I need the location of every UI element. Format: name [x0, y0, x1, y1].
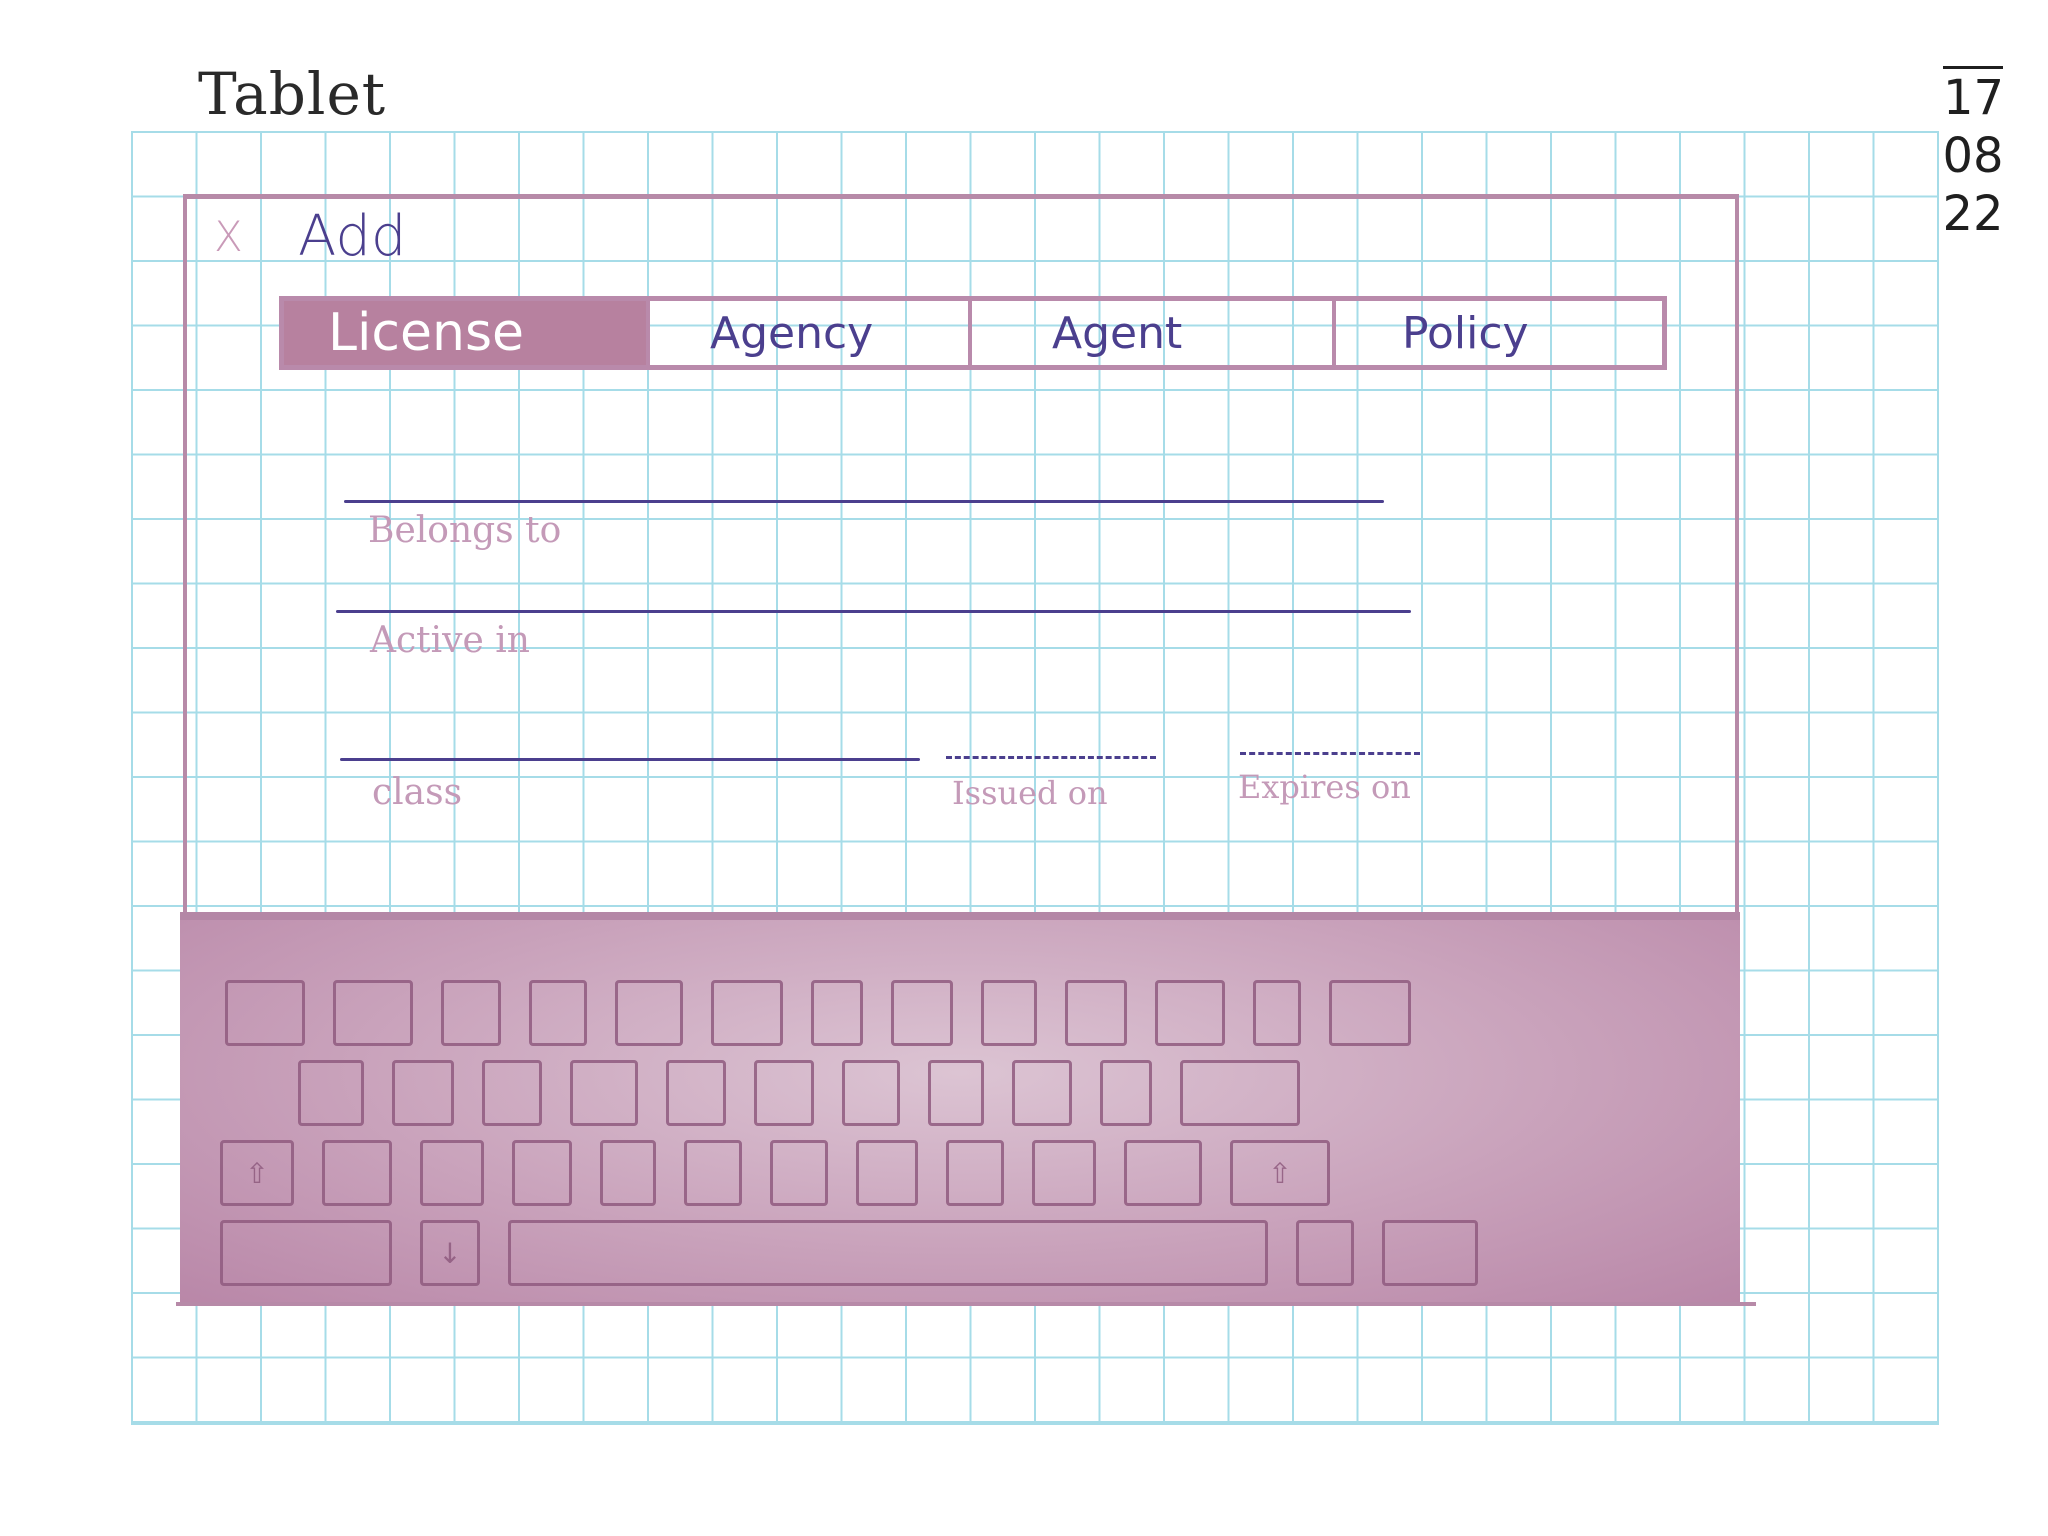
shift-arrow-icon: ⇧: [245, 1156, 269, 1190]
keyboard-key[interactable]: [512, 1140, 572, 1206]
on-screen-keyboard: ⇧ ⇧ ↓: [180, 912, 1740, 1302]
keyboard-key[interactable]: [333, 980, 413, 1046]
date-month: 08: [1942, 128, 2004, 184]
keyboard-key[interactable]: [1253, 980, 1301, 1046]
keyboard-key[interactable]: [1155, 980, 1225, 1046]
keyboard-key[interactable]: [754, 1060, 814, 1126]
keyboard-key[interactable]: [1382, 1220, 1478, 1286]
issued-on-input[interactable]: [946, 756, 1156, 759]
keyboard-key[interactable]: [946, 1140, 1004, 1206]
belongs-to-label: Belongs to: [368, 510, 562, 551]
keyboard-key[interactable]: [392, 1060, 454, 1126]
keyboard-down-key[interactable]: ↓: [420, 1220, 480, 1286]
active-in-label: Active in: [370, 620, 530, 661]
keyboard-key[interactable]: [225, 980, 305, 1046]
expires-on-label: Expires on: [1238, 768, 1411, 806]
keyboard-key[interactable]: [529, 980, 587, 1046]
keyboard-key[interactable]: [856, 1140, 918, 1206]
tab-bar: License Agency Agent Policy: [279, 296, 1667, 370]
keyboard-key[interactable]: [770, 1140, 828, 1206]
keyboard-key[interactable]: [684, 1140, 742, 1206]
shift-right-key[interactable]: ⇧: [1230, 1140, 1330, 1206]
belongs-to-input[interactable]: [344, 500, 1384, 503]
close-icon[interactable]: X: [214, 212, 243, 261]
keyboard-key[interactable]: [1100, 1060, 1152, 1126]
keyboard-key[interactable]: [570, 1060, 638, 1126]
keyboard-row-1: [180, 980, 1785, 1046]
keyboard-key[interactable]: [842, 1060, 900, 1126]
tab-agent[interactable]: Agent: [972, 301, 1336, 365]
issued-on-label: Issued on: [952, 774, 1108, 812]
keyboard-key[interactable]: [420, 1140, 484, 1206]
expires-on-input[interactable]: [1240, 752, 1420, 755]
keyboard-row-2: [180, 1060, 1858, 1126]
keyboard-key[interactable]: [1065, 980, 1127, 1046]
tab-policy[interactable]: Policy: [1336, 301, 1662, 365]
sheet-title: Tablet: [198, 60, 387, 128]
spacebar-key[interactable]: [508, 1220, 1268, 1286]
keyboard-row-4: ↓: [180, 1220, 1780, 1286]
keyboard-key[interactable]: [811, 980, 863, 1046]
date-day: 17: [1943, 66, 2004, 127]
sheet-date: 17 08 22: [1928, 66, 2018, 243]
keyboard-key[interactable]: [1032, 1140, 1096, 1206]
keyboard-key[interactable]: [1296, 1220, 1354, 1286]
shift-left-key[interactable]: ⇧: [220, 1140, 294, 1206]
enter-key[interactable]: [1180, 1060, 1300, 1126]
keyboard-key[interactable]: [1012, 1060, 1072, 1126]
keyboard-key[interactable]: [298, 1060, 364, 1126]
keyboard-key[interactable]: [981, 980, 1037, 1046]
keyboard-key[interactable]: [1329, 980, 1411, 1046]
down-arrow-icon: ↓: [438, 1236, 462, 1270]
tab-agency[interactable]: Agency: [650, 301, 972, 365]
class-input[interactable]: [340, 758, 920, 761]
keyboard-key[interactable]: [666, 1060, 726, 1126]
keyboard-key[interactable]: [1124, 1140, 1202, 1206]
class-label: class: [372, 772, 463, 813]
keyboard-key[interactable]: [891, 980, 953, 1046]
keyboard-key[interactable]: [441, 980, 501, 1046]
keyboard-key[interactable]: [600, 1140, 656, 1206]
dialog-title: Add: [298, 204, 407, 269]
date-year: 22: [1942, 186, 2004, 242]
tab-license[interactable]: License: [284, 301, 650, 365]
keyboard-key[interactable]: [928, 1060, 984, 1126]
keyboard-key[interactable]: [615, 980, 683, 1046]
active-in-input[interactable]: [336, 610, 1411, 613]
keyboard-key[interactable]: [482, 1060, 542, 1126]
keyboard-key[interactable]: [322, 1140, 392, 1206]
keyboard-key[interactable]: [711, 980, 783, 1046]
tablet-frame-bottom: [176, 1302, 1756, 1306]
shift-arrow-icon: ⇧: [1268, 1156, 1292, 1190]
keyboard-key[interactable]: [220, 1220, 392, 1286]
keyboard-row-3: ⇧ ⇧: [180, 1140, 1780, 1206]
